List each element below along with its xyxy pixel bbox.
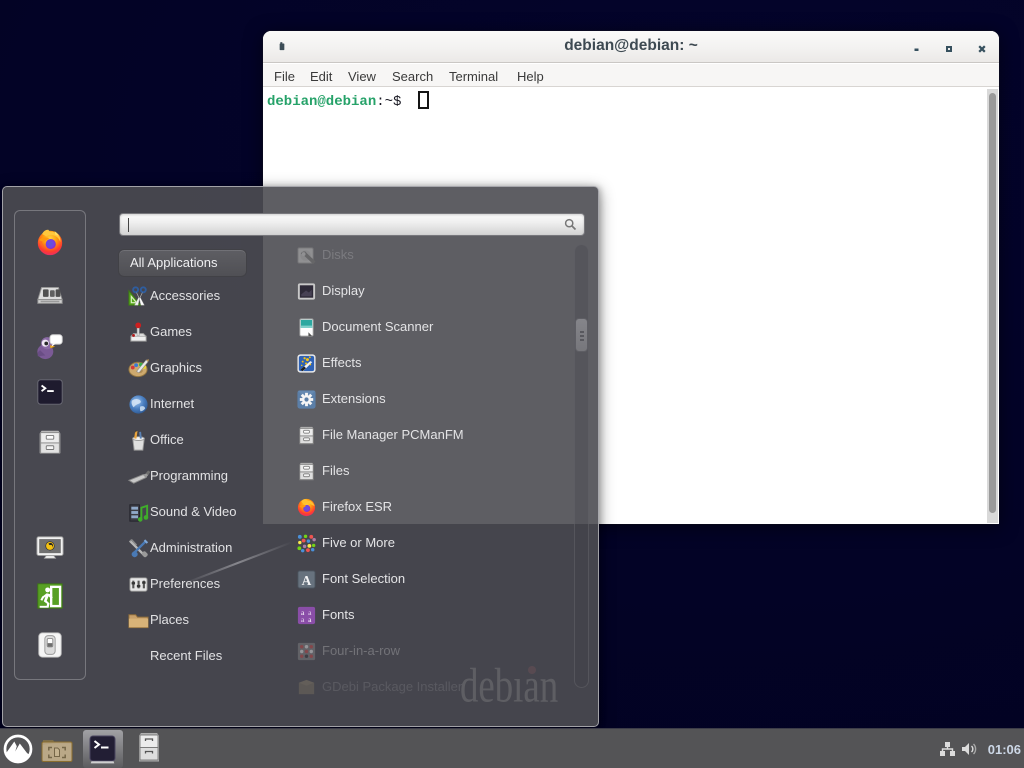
svg-text:A: A bbox=[302, 573, 312, 588]
